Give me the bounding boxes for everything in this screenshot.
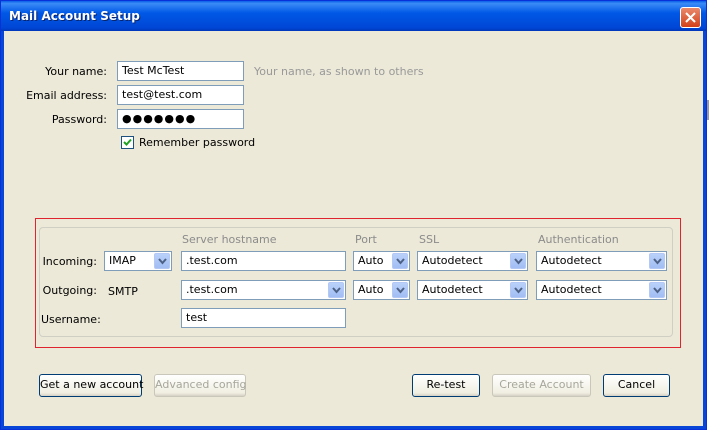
- username-field[interactable]: test: [181, 308, 346, 328]
- create-account-button[interactable]: Create Account: [492, 374, 591, 397]
- incoming-ssl-value: Autodetect: [422, 254, 483, 267]
- col-hostname-header: Server hostname: [182, 233, 277, 246]
- window-border-left: [1, 31, 4, 429]
- col-ssl-header: SSL: [419, 233, 440, 246]
- incoming-port-select[interactable]: Auto: [353, 251, 410, 271]
- dropdown-button[interactable]: [649, 282, 665, 298]
- outgoing-port-select[interactable]: Auto: [353, 280, 410, 300]
- incoming-label: Incoming:: [42, 255, 97, 268]
- chevron-down-icon: [514, 287, 523, 294]
- dropdown-button[interactable]: [392, 253, 408, 269]
- dropdown-button[interactable]: [154, 253, 170, 269]
- retest-button[interactable]: Re-test: [412, 374, 480, 397]
- incoming-protocol-value: IMAP: [109, 254, 136, 267]
- window-title: Mail Account Setup: [9, 9, 140, 23]
- outgoing-protocol: SMTP: [108, 285, 138, 298]
- chevron-down-icon: [514, 258, 523, 265]
- get-new-account-button[interactable]: Get a new account: [39, 374, 143, 397]
- username-label: Username:: [41, 313, 101, 326]
- name-field[interactable]: Test McTest: [117, 61, 244, 81]
- window-border-right: [703, 31, 706, 429]
- close-icon: [685, 12, 696, 23]
- background-edge: [707, 100, 709, 120]
- outgoing-hostname-select[interactable]: .test.com: [181, 280, 346, 300]
- outgoing-auth-select[interactable]: Autodetect: [536, 280, 667, 300]
- incoming-auth-value: Autodetect: [541, 254, 602, 267]
- col-auth-header: Authentication: [538, 233, 619, 246]
- incoming-ssl-select[interactable]: Autodetect: [417, 251, 528, 271]
- outgoing-label: Outgoing:: [42, 284, 97, 297]
- remember-password-checkbox[interactable]: [121, 136, 134, 149]
- chevron-down-icon: [332, 287, 341, 294]
- incoming-port-value: Auto: [358, 254, 384, 267]
- outgoing-port-value: Auto: [358, 283, 384, 296]
- dropdown-button[interactable]: [392, 282, 408, 298]
- cancel-button[interactable]: Cancel: [603, 374, 670, 397]
- chevron-down-icon: [396, 287, 405, 294]
- close-button[interactable]: [680, 7, 701, 28]
- dropdown-button[interactable]: [510, 282, 526, 298]
- dropdown-button[interactable]: [328, 282, 344, 298]
- incoming-protocol-select[interactable]: IMAP: [104, 251, 172, 271]
- col-port-header: Port: [355, 233, 377, 246]
- chevron-down-icon: [653, 258, 662, 265]
- name-label: Your name:: [45, 65, 107, 78]
- checkmark-icon: [123, 138, 132, 146]
- outgoing-hostname-value: .test.com: [186, 283, 238, 296]
- mail-account-setup-dialog: Mail Account Setup Your name: Test McTes…: [0, 0, 707, 430]
- window-border-bottom: [1, 426, 706, 429]
- name-hint: Your name, as shown to others: [254, 65, 424, 78]
- outgoing-ssl-value: Autodetect: [422, 283, 483, 296]
- email-field[interactable]: test@test.com: [117, 85, 244, 105]
- remember-password-label[interactable]: Remember password: [139, 136, 255, 149]
- chevron-down-icon: [158, 258, 167, 265]
- email-label: Email address:: [26, 89, 107, 102]
- outgoing-ssl-select[interactable]: Autodetect: [417, 280, 528, 300]
- dropdown-button[interactable]: [510, 253, 526, 269]
- password-label: Password:: [51, 113, 107, 126]
- chevron-down-icon: [653, 287, 662, 294]
- outgoing-auth-value: Autodetect: [541, 283, 602, 296]
- incoming-hostname-field[interactable]: .test.com: [181, 251, 346, 271]
- password-field[interactable]: ●●●●●●●: [117, 109, 244, 129]
- incoming-auth-select[interactable]: Autodetect: [536, 251, 667, 271]
- chevron-down-icon: [396, 258, 405, 265]
- advanced-config-button[interactable]: Advanced config: [154, 374, 247, 397]
- title-bar: Mail Account Setup: [1, 1, 706, 31]
- dropdown-button[interactable]: [649, 253, 665, 269]
